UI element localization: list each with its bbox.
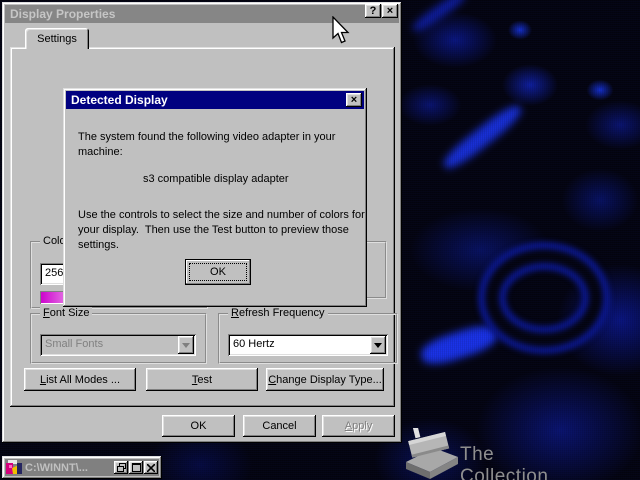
refresh-frequency-label: Refresh Frequency bbox=[228, 307, 328, 320]
button-label: List All Modes ... bbox=[39, 373, 121, 386]
restore-button[interactable] bbox=[114, 461, 128, 474]
test-button[interactable]: Test bbox=[146, 368, 258, 391]
cancel-button[interactable]: Cancel bbox=[243, 415, 316, 437]
close-button[interactable] bbox=[144, 461, 158, 474]
button-label: Apply bbox=[344, 420, 373, 432]
chevron-down-icon bbox=[374, 342, 382, 352]
help-button[interactable]: ? bbox=[365, 4, 381, 18]
minimized-console-window[interactable]: C:\WINNT\... bbox=[2, 456, 162, 479]
ok-button[interactable]: OK bbox=[162, 415, 235, 437]
button-label: Cancel bbox=[262, 420, 297, 432]
button-label: Change Display Type... bbox=[268, 373, 382, 386]
dialog-title: Detected Display bbox=[71, 93, 168, 107]
books-icon bbox=[406, 428, 458, 479]
close-button[interactable]: × bbox=[382, 4, 398, 18]
ms-dos-icon bbox=[6, 459, 22, 476]
dialog-paragraph-2: Use the controls to select the size and … bbox=[78, 209, 368, 251]
console-title: C:\WINNT\... bbox=[25, 461, 88, 474]
detected-display-dialog: Detected Display × The system found the … bbox=[63, 88, 367, 307]
font-size-label: Font Size bbox=[40, 307, 93, 320]
window-title: Display Properties bbox=[10, 7, 116, 21]
restore-icon bbox=[116, 463, 126, 472]
close-icon: × bbox=[386, 4, 394, 17]
maximize-icon bbox=[131, 463, 141, 472]
chevron-down-icon bbox=[182, 342, 190, 352]
font-size-value: Small Fonts bbox=[45, 338, 104, 350]
watermark-text: The Collection Book bbox=[460, 444, 549, 480]
list-all-modes-button[interactable]: List All Modes ... bbox=[24, 368, 136, 391]
dropdown-arrow-button bbox=[178, 336, 194, 354]
dialog-paragraph-1: The system found the following video ada… bbox=[78, 131, 336, 158]
refresh-frequency-select[interactable]: 60 Hertz bbox=[228, 334, 388, 356]
mouse-cursor-icon bbox=[332, 16, 350, 44]
dialog-titlebar[interactable]: Detected Display bbox=[66, 91, 364, 109]
refresh-frequency-value: 60 Hertz bbox=[233, 338, 275, 350]
question-icon: ? bbox=[369, 4, 377, 17]
close-icon: × bbox=[350, 93, 358, 106]
adapter-name: s3 compatible display adapter bbox=[143, 173, 289, 185]
tab-settings[interactable]: Settings bbox=[25, 28, 89, 49]
change-display-type-button[interactable]: Change Display Type... bbox=[266, 368, 384, 391]
dialog-ok-button[interactable]: OK bbox=[185, 259, 251, 285]
dialog-close-button[interactable]: × bbox=[346, 93, 362, 107]
refresh-frequency-group: Refresh Frequency 60 Hertz bbox=[218, 307, 398, 364]
font-size-group: Font Size Small Fonts bbox=[30, 307, 207, 364]
desktop: Display Properties ? × Settings Color Pa… bbox=[0, 0, 640, 480]
close-icon bbox=[147, 463, 155, 472]
button-label: OK bbox=[210, 266, 226, 278]
tab-label: Settings bbox=[37, 32, 77, 45]
font-size-select: Small Fonts bbox=[40, 334, 196, 356]
console-titlebar[interactable]: C:\WINNT\... bbox=[5, 459, 159, 476]
button-label: Test bbox=[191, 373, 213, 386]
apply-button: Apply bbox=[322, 415, 395, 437]
button-label: OK bbox=[190, 420, 207, 432]
dropdown-arrow-button[interactable] bbox=[370, 336, 386, 354]
maximize-button[interactable] bbox=[129, 461, 143, 474]
